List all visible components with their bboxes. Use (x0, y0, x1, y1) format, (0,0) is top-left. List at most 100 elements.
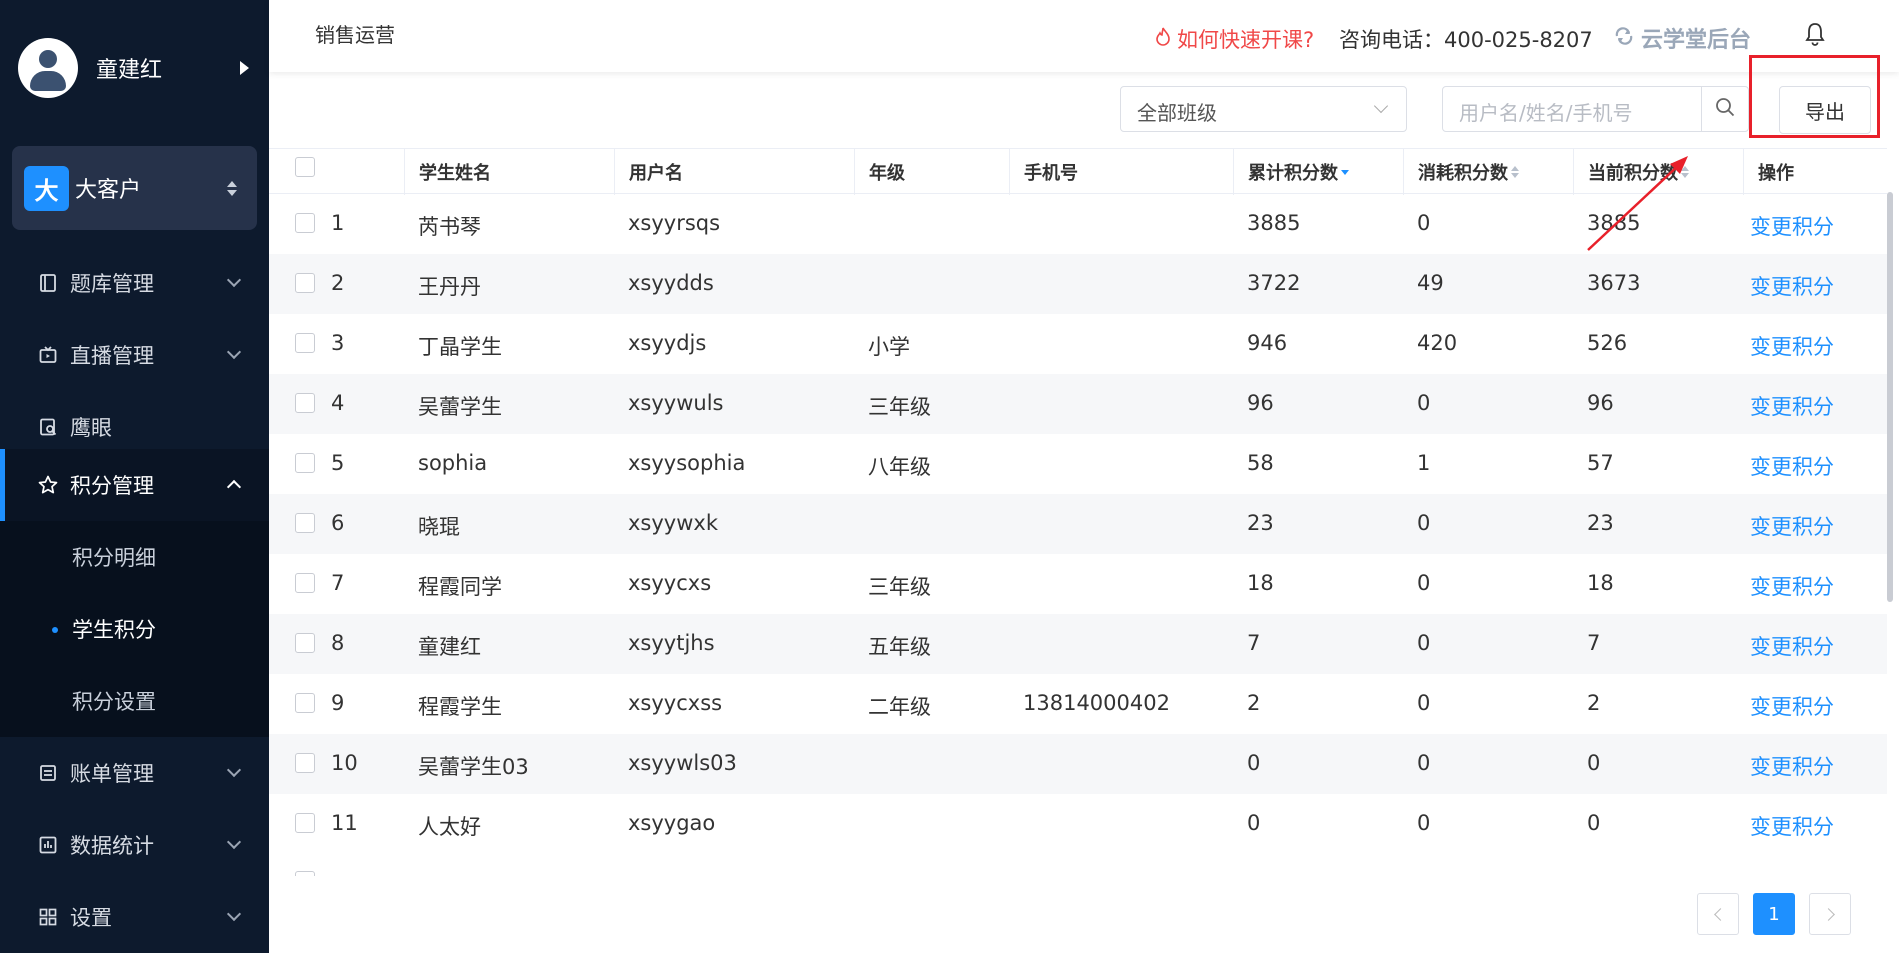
change-points-link[interactable]: 变更积分 (1750, 211, 1834, 241)
student-name: 芮书琴 (418, 215, 481, 239)
change-points-link[interactable]: 变更积分 (1750, 631, 1834, 661)
used-points: 420 (1417, 331, 1458, 355)
grade: 八年级 (868, 455, 931, 479)
change-points-link[interactable]: 变更积分 (1750, 271, 1834, 301)
filter-toolbar: 全部班级 用户名/姓名/手机号 导出 (269, 72, 1899, 148)
org-switcher[interactable]: 大 大客户 (12, 146, 257, 230)
row-checkbox[interactable] (295, 273, 315, 293)
top-header: 销售运营 如何快速开课? 咨询电话：400-025-8207 云学堂后台 (269, 0, 1899, 72)
sort-icon[interactable] (1511, 166, 1519, 178)
chevron-down-icon (226, 906, 242, 922)
next-page-button[interactable] (1809, 893, 1851, 935)
row-number: 7 (331, 571, 345, 595)
grade: 二年级 (868, 695, 931, 719)
select-all-checkbox[interactable] (295, 157, 315, 177)
table-row-partial (269, 854, 1887, 876)
row-number: 8 (331, 631, 345, 655)
sidebar-item-label: 设置 (70, 906, 112, 930)
change-points-link[interactable]: 变更积分 (1750, 451, 1834, 481)
row-checkbox[interactable] (295, 453, 315, 473)
change-points-link[interactable]: 变更积分 (1750, 391, 1834, 421)
sidebar-item-statistics[interactable]: 数据统计 (0, 809, 269, 881)
current-points: 18 (1587, 571, 1614, 595)
annotation-arrow (1587, 156, 1688, 251)
change-points-link[interactable]: 变更积分 (1750, 811, 1834, 841)
username: xsyywls03 (628, 751, 737, 775)
sidebar-item-label: 鹰眼 (70, 416, 112, 440)
row-number: 9 (331, 691, 345, 715)
sidebar-item-label: 账单管理 (70, 762, 154, 786)
row-checkbox[interactable] (295, 693, 315, 713)
search-input[interactable]: 用户名/姓名/手机号 (1442, 86, 1702, 132)
sidebar-item-points[interactable]: 积分管理 (0, 449, 269, 521)
chevron-down-icon (226, 344, 242, 360)
row-number: 2 (331, 271, 345, 295)
column-header-grade: 年级 (854, 149, 1009, 195)
row-checkbox[interactable] (295, 633, 315, 653)
change-points-link[interactable]: 变更积分 (1750, 331, 1834, 361)
student-name: 童建红 (418, 635, 481, 659)
row-checkbox[interactable] (295, 813, 315, 833)
row-checkbox[interactable] (295, 213, 315, 233)
table-row: 8 童建红 xsyytjhs 五年级 7 0 7 变更积分 (269, 614, 1887, 674)
active-dot-icon (52, 627, 58, 633)
row-checkbox[interactable] (295, 513, 315, 533)
sidebar-item-label: 积分管理 (70, 474, 154, 498)
used-points: 49 (1417, 271, 1444, 295)
backend-link[interactable]: 云学堂后台 (1613, 22, 1751, 54)
help-link[interactable]: 如何快速开课? (1155, 24, 1314, 54)
chevron-left-icon (1713, 907, 1727, 921)
sort-icon[interactable] (1341, 169, 1349, 175)
change-points-link[interactable]: 变更积分 (1750, 571, 1834, 601)
chart-icon (38, 835, 58, 855)
pagination: 1 (269, 876, 1899, 953)
current-points: 96 (1587, 391, 1614, 415)
row-number: 1 (331, 211, 345, 235)
caret-right-icon[interactable] (240, 61, 249, 75)
chevron-down-icon (226, 272, 242, 288)
sidebar-item-label: 直播管理 (70, 344, 154, 368)
row-checkbox[interactable] (295, 393, 315, 413)
row-number: 10 (331, 751, 358, 775)
row-checkbox[interactable] (295, 753, 315, 773)
sidebar-item-settings[interactable]: 设置 (0, 881, 269, 953)
sidebar-item-question-bank[interactable]: 题库管理 (0, 247, 269, 319)
row-number: 5 (331, 451, 345, 475)
table-row: 2 王丹丹 xsyydds 3722 49 3673 变更积分 (269, 254, 1887, 314)
column-header-total-points[interactable]: 累计积分数 (1233, 149, 1403, 195)
sidebar-item-bills[interactable]: 账单管理 (0, 737, 269, 809)
table-scrollbar[interactable] (1887, 192, 1893, 602)
current-points: 3673 (1587, 271, 1641, 295)
submenu-item-student-points[interactable]: 学生积分 (0, 593, 269, 665)
switch-icon (227, 180, 237, 196)
bell-icon[interactable] (1804, 22, 1826, 46)
table-row: 3 丁晶学生 xsyydjs 小学 946 420 526 变更积分 (269, 314, 1887, 374)
column-header-used-points[interactable]: 消耗积分数 (1403, 149, 1573, 195)
change-points-link[interactable]: 变更积分 (1750, 511, 1834, 541)
org-badge: 大 (24, 165, 69, 211)
chevron-down-icon (226, 762, 242, 778)
username: xsyycxs (628, 571, 712, 595)
submenu-item-points-settings[interactable]: 积分设置 (0, 665, 269, 737)
page-title: 销售运营 (315, 23, 395, 47)
live-icon (38, 345, 58, 365)
class-select[interactable]: 全部班级 (1120, 86, 1407, 132)
change-points-link[interactable]: 变更积分 (1750, 751, 1834, 781)
submenu-item-points-detail[interactable]: 积分明细 (0, 521, 269, 593)
page-number-current[interactable]: 1 (1753, 893, 1795, 935)
sidebar-item-live[interactable]: 直播管理 (0, 319, 269, 391)
row-checkbox[interactable] (295, 573, 315, 593)
search-button[interactable] (1701, 86, 1749, 132)
username: xsyywuls (628, 391, 724, 415)
user-profile[interactable]: 童建红 (18, 38, 258, 98)
chevron-up-icon (226, 479, 242, 495)
used-points: 0 (1417, 751, 1431, 775)
student-name: 人太好 (418, 815, 481, 839)
highlight-box (1749, 55, 1880, 138)
prev-page-button[interactable] (1697, 893, 1739, 935)
table-row: 6 晓琨 xsyywxk 23 0 23 变更积分 (269, 494, 1887, 554)
submenu-item-label: 积分设置 (72, 690, 156, 714)
row-checkbox[interactable] (295, 333, 315, 353)
class-select-value: 全部班级 (1137, 101, 1217, 125)
change-points-link[interactable]: 变更积分 (1750, 691, 1834, 721)
